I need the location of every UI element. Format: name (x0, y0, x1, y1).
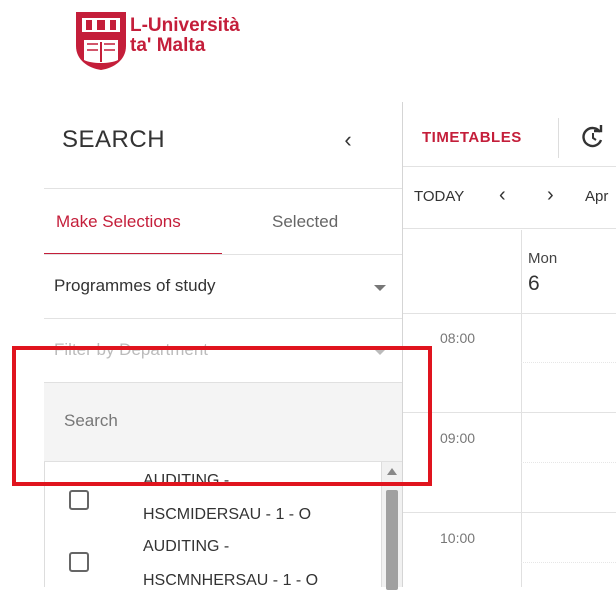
timetables-title[interactable]: TIMETABLES (422, 129, 522, 146)
tab-make-selections[interactable]: Make Selections (56, 212, 181, 232)
search-field-container (44, 382, 402, 462)
brand-name: L-Università ta' Malta (130, 16, 240, 56)
next-week-button[interactable]: › (547, 184, 554, 207)
time-label: 08:00 (440, 330, 476, 346)
hour-line (403, 412, 616, 413)
hour-line (403, 313, 616, 314)
list-item-line2: HSCMNHERSAU - 1 - O (143, 572, 319, 587)
type-dropdown[interactable]: Programmes of study (54, 276, 216, 296)
tab-selected[interactable]: Selected (272, 212, 338, 232)
search-panel-title: SEARCH (62, 126, 166, 153)
chevron-down-icon[interactable] (374, 285, 386, 291)
today-button[interactable]: TODAY (414, 188, 464, 205)
day-column-border (521, 230, 522, 587)
scroll-up-icon[interactable] (387, 468, 397, 475)
list-scrollbar[interactable] (381, 462, 402, 590)
half-hour-line (521, 362, 616, 363)
brand-name-line2: ta' Malta (130, 35, 206, 56)
divider (44, 254, 402, 255)
list-item-line2: HSCMIDERSAU - 1 - O (143, 506, 312, 523)
checkbox[interactable] (69, 490, 89, 510)
day-name: Mon (528, 250, 558, 267)
refresh-icon[interactable] (580, 124, 606, 150)
divider (403, 228, 616, 229)
collapse-panel-button[interactable]: ‹ (338, 129, 358, 151)
hour-line (403, 512, 616, 513)
programme-list: AUDITING - HSCMIDERSAU - 1 - O AUDITING … (44, 462, 381, 587)
divider (44, 188, 402, 189)
checkbox[interactable] (69, 552, 89, 572)
list-item[interactable]: AUDITING - HSCMIDERSAU - 1 - O (45, 462, 381, 534)
time-label: 09:00 (440, 430, 476, 446)
prev-week-button[interactable]: ‹ (499, 184, 506, 207)
divider (403, 166, 616, 167)
time-label: 10:00 (440, 530, 476, 546)
department-dropdown[interactable]: Filter by Department (54, 340, 208, 360)
month-label: Apr (585, 188, 609, 205)
pane-divider (402, 102, 403, 587)
brand-name-line1: L-Università (130, 15, 240, 36)
list-item-line1: AUDITING - (143, 472, 230, 489)
search-input[interactable] (62, 407, 386, 435)
divider (44, 318, 402, 319)
scroll-thumb[interactable] (386, 490, 398, 590)
list-item[interactable]: AUDITING - HSCMNHERSAU - 1 - O (45, 534, 381, 587)
half-hour-line (521, 562, 616, 563)
half-hour-line (521, 462, 616, 463)
list-item-line1: AUDITING - (143, 538, 230, 555)
chevron-down-icon[interactable] (374, 349, 386, 355)
day-number: 6 (528, 272, 540, 295)
toolbar-separator (558, 118, 559, 158)
